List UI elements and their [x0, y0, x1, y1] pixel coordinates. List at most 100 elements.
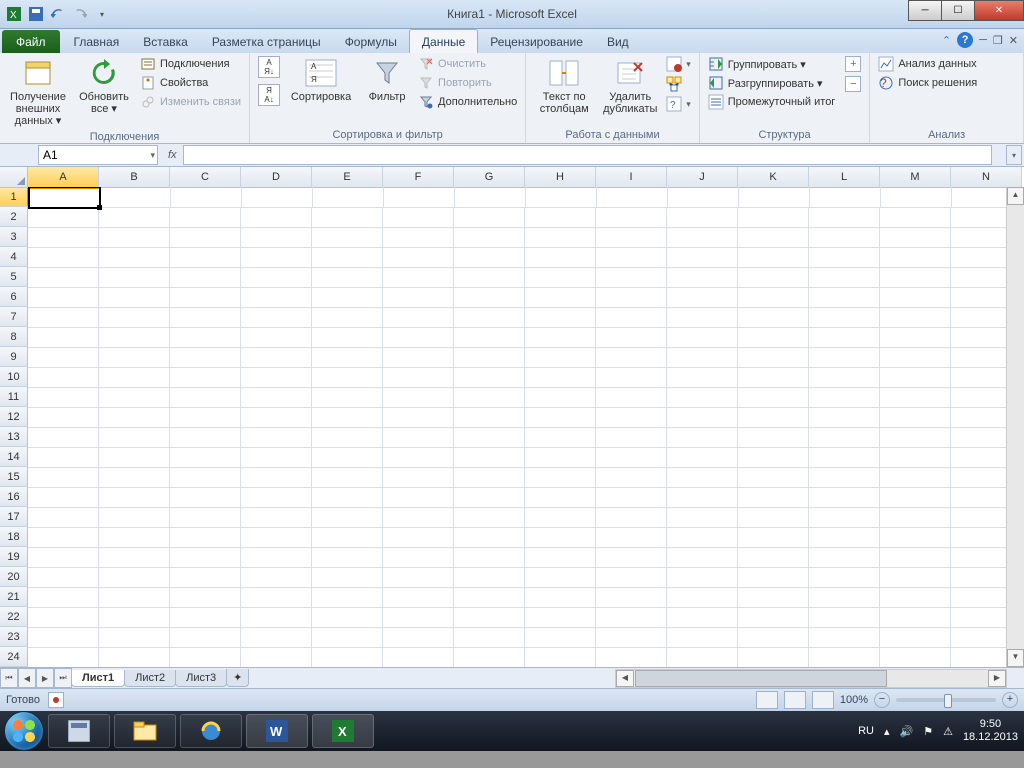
- cell-F5[interactable]: [383, 267, 454, 288]
- cell-L5[interactable]: [809, 267, 880, 288]
- remove-duplicates-button[interactable]: Удалить дубликаты: [598, 55, 662, 117]
- cell-D17[interactable]: [241, 507, 312, 528]
- row-header-7[interactable]: 7: [0, 307, 28, 327]
- cell-A7[interactable]: [28, 307, 99, 328]
- cell-E6[interactable]: [312, 287, 383, 308]
- cell-D6[interactable]: [241, 287, 312, 308]
- consolidate-button[interactable]: [664, 75, 693, 93]
- cell-E4[interactable]: [312, 247, 383, 268]
- cell-I6[interactable]: [596, 287, 667, 308]
- column-header-I[interactable]: I: [596, 167, 667, 188]
- cell-G10[interactable]: [454, 367, 525, 388]
- cell-H20[interactable]: [525, 567, 596, 588]
- cell-K21[interactable]: [738, 587, 809, 608]
- hide-detail-button[interactable]: −: [843, 75, 863, 93]
- cell-J2[interactable]: [667, 207, 738, 228]
- column-header-A[interactable]: A: [28, 167, 99, 189]
- cell-G13[interactable]: [454, 427, 525, 448]
- cell-K13[interactable]: [738, 427, 809, 448]
- cell-G18[interactable]: [454, 527, 525, 548]
- file-tab[interactable]: Файл: [2, 30, 60, 53]
- cell-I5[interactable]: [596, 267, 667, 288]
- cell-F13[interactable]: [383, 427, 454, 448]
- cell-D4[interactable]: [241, 247, 312, 268]
- cell-L17[interactable]: [809, 507, 880, 528]
- cell-C16[interactable]: [170, 487, 241, 508]
- cell-E18[interactable]: [312, 527, 383, 548]
- cell-F6[interactable]: [383, 287, 454, 308]
- cell-G2[interactable]: [454, 207, 525, 228]
- cell-B20[interactable]: [99, 567, 170, 588]
- cell-J20[interactable]: [667, 567, 738, 588]
- cell-J21[interactable]: [667, 587, 738, 608]
- cell-H21[interactable]: [525, 587, 596, 608]
- cell-E10[interactable]: [312, 367, 383, 388]
- undo-icon[interactable]: [48, 4, 68, 24]
- cell-C7[interactable]: [170, 307, 241, 328]
- cell-K5[interactable]: [738, 267, 809, 288]
- data-analysis-button[interactable]: Анализ данных: [876, 55, 979, 73]
- row-header-2[interactable]: 2: [0, 207, 28, 227]
- cell-B15[interactable]: [99, 467, 170, 488]
- maximize-button[interactable]: ☐: [941, 0, 975, 21]
- cell-I20[interactable]: [596, 567, 667, 588]
- subtotal-button[interactable]: Промежуточный итог: [706, 93, 838, 111]
- cell-F9[interactable]: [383, 347, 454, 368]
- cell-E17[interactable]: [312, 507, 383, 528]
- cell-H22[interactable]: [525, 607, 596, 628]
- cell-K3[interactable]: [738, 227, 809, 248]
- cell-C10[interactable]: [170, 367, 241, 388]
- cell-J14[interactable]: [667, 447, 738, 468]
- row-header-12[interactable]: 12: [0, 407, 28, 427]
- tab-home[interactable]: Главная: [62, 30, 132, 53]
- zoom-out-button[interactable]: −: [874, 692, 890, 708]
- cell-K10[interactable]: [738, 367, 809, 388]
- sheet-tab-3[interactable]: Лист3: [175, 670, 227, 687]
- cell-M23[interactable]: [880, 627, 951, 648]
- cell-F23[interactable]: [383, 627, 454, 648]
- cell-E14[interactable]: [312, 447, 383, 468]
- cell-L9[interactable]: [809, 347, 880, 368]
- sheet-tab-2[interactable]: Лист2: [124, 670, 176, 687]
- cell-A14[interactable]: [28, 447, 99, 468]
- cell-D12[interactable]: [241, 407, 312, 428]
- cell-D24[interactable]: [241, 647, 312, 667]
- cell-L23[interactable]: [809, 627, 880, 648]
- row-header-16[interactable]: 16: [0, 487, 28, 507]
- cell-K20[interactable]: [738, 567, 809, 588]
- row-header-1[interactable]: 1: [0, 187, 29, 207]
- cell-B21[interactable]: [99, 587, 170, 608]
- cell-B9[interactable]: [99, 347, 170, 368]
- cell-C6[interactable]: [170, 287, 241, 308]
- page-layout-view-button[interactable]: [784, 691, 806, 709]
- cell-E24[interactable]: [312, 647, 383, 667]
- cell-D1[interactable]: [242, 187, 313, 208]
- cell-D15[interactable]: [241, 467, 312, 488]
- cell-M2[interactable]: [880, 207, 951, 228]
- row-header-9[interactable]: 9: [0, 347, 28, 367]
- row-header-5[interactable]: 5: [0, 267, 28, 287]
- cell-F21[interactable]: [383, 587, 454, 608]
- cell-D7[interactable]: [241, 307, 312, 328]
- cell-K9[interactable]: [738, 347, 809, 368]
- cell-D19[interactable]: [241, 547, 312, 568]
- cell-B7[interactable]: [99, 307, 170, 328]
- cell-C3[interactable]: [170, 227, 241, 248]
- cell-G1[interactable]: [455, 187, 526, 208]
- cell-K15[interactable]: [738, 467, 809, 488]
- cell-L3[interactable]: [809, 227, 880, 248]
- cell-A11[interactable]: [28, 387, 99, 408]
- cell-H16[interactable]: [525, 487, 596, 508]
- cell-H14[interactable]: [525, 447, 596, 468]
- cell-G15[interactable]: [454, 467, 525, 488]
- cell-A22[interactable]: [28, 607, 99, 628]
- scroll-left-button[interactable]: ◀: [616, 670, 634, 687]
- column-header-B[interactable]: B: [99, 167, 170, 188]
- cell-A18[interactable]: [28, 527, 99, 548]
- cell-D18[interactable]: [241, 527, 312, 548]
- cell-J11[interactable]: [667, 387, 738, 408]
- row-header-17[interactable]: 17: [0, 507, 28, 527]
- minimize-button[interactable]: ─: [908, 0, 942, 21]
- cell-H9[interactable]: [525, 347, 596, 368]
- cell-B1[interactable]: [100, 187, 171, 208]
